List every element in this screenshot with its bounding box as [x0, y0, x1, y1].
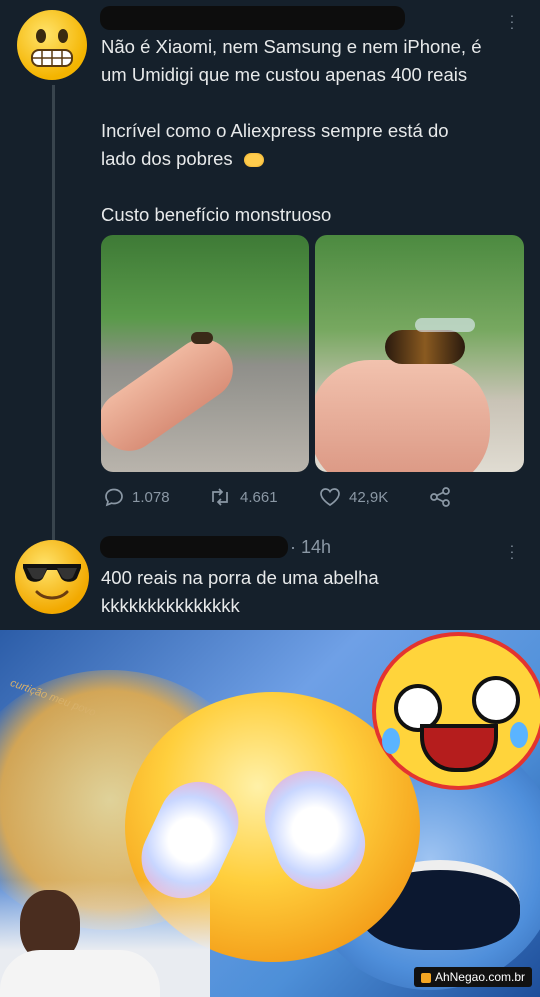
reply-icon	[105, 488, 123, 507]
reply-count: 1.078	[132, 488, 170, 506]
sunglasses-face-emoji	[23, 564, 81, 600]
reply-button[interactable]: 1.078	[104, 487, 170, 507]
like-icon	[320, 488, 340, 506]
share-icon	[430, 487, 450, 507]
username-redacted	[100, 536, 288, 558]
finger	[315, 360, 490, 472]
more-icon[interactable]: · · ·	[507, 538, 517, 564]
bee	[191, 332, 213, 344]
retweet-icon	[212, 488, 228, 506]
tweet-body: Não é Xiaomi, nem Samsung e nem iPhone, …	[101, 33, 531, 229]
watermark: AhNegao.com.br	[413, 967, 532, 987]
man-photo-area	[0, 880, 210, 997]
like-count: 42,9K	[349, 488, 389, 506]
tweet-line-with-emoji: lado dos pobres	[101, 145, 531, 173]
tweet-line: Incrível como o Aliexpress sempre está d…	[101, 120, 449, 141]
man-shirt	[0, 950, 160, 997]
handshake-emoji	[243, 153, 264, 168]
tweet-time: · 14h	[290, 537, 332, 557]
reply-line: 400 reais na porra de uma abelha	[101, 567, 379, 588]
username-redacted	[100, 6, 405, 30]
reply-line: kkkkkkkkkkkkkkk	[101, 595, 240, 616]
laughing-tears-emoji	[372, 632, 540, 790]
bee-photo-1[interactable]	[101, 235, 309, 472]
like-button[interactable]: 42,9K	[319, 487, 388, 507]
grinning-face-emoji	[31, 29, 73, 67]
reply-body: 400 reais na porra de uma abelha kkkkkkk…	[101, 564, 531, 620]
bee-photo-2[interactable]	[315, 235, 524, 472]
tweet-line: Custo benefício monstruoso	[101, 204, 332, 225]
bee	[385, 330, 465, 364]
tweet-line: Não é Xiaomi, nem Samsung e nem iPhone, …	[101, 36, 482, 57]
finger	[101, 327, 245, 463]
avatar[interactable]	[17, 10, 87, 80]
meme-image: curtição meu povo AhNegao.com.br	[0, 630, 540, 997]
retweet-count: 4.661	[240, 488, 278, 506]
watermark-icon	[420, 972, 431, 983]
retweet-button[interactable]: 4.661	[208, 487, 278, 507]
thread-line	[52, 85, 55, 540]
tweet-line: lado dos pobres	[101, 148, 233, 169]
more-icon[interactable]: · · ·	[507, 8, 517, 34]
avatar[interactable]	[15, 540, 89, 614]
share-button[interactable]	[429, 487, 451, 507]
bee-wings	[415, 318, 475, 332]
watermark-text: AhNegao.com.br	[434, 970, 525, 984]
tweet-line: um Umidigi que me custou apenas 400 reai…	[101, 64, 468, 85]
